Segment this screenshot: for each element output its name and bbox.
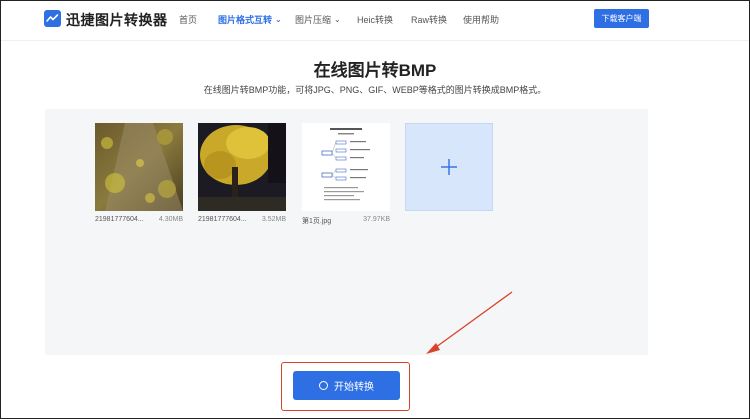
tree-photo-image: [198, 123, 286, 211]
path-photo-image: [95, 123, 183, 211]
file-size-label: 3.52MB: [261, 216, 286, 223]
file-name-label: 第1页.jpg: [302, 218, 332, 225]
file-size-label: 4.30MB: [158, 216, 183, 223]
nav-help[interactable]: 使用帮助: [463, 13, 499, 26]
download-client-button[interactable]: 下载客户端: [594, 9, 649, 28]
nav-home[interactable]: 首页: [179, 13, 197, 26]
plus-icon: [441, 159, 457, 175]
start-convert-label: 开始转换: [334, 382, 374, 393]
nav-raw[interactable]: Raw转换: [411, 13, 447, 26]
logo-icon[interactable]: [44, 10, 61, 27]
nav-help-label: 使用帮助: [463, 15, 500, 25]
logo-text[interactable]: 迅捷图片转换器: [66, 10, 168, 30]
nav-compress-label: 图片压缩: [295, 15, 332, 25]
file-size-label: 37.97KB: [363, 216, 390, 223]
file-thumbnail[interactable]: [302, 123, 390, 211]
file-name-label: 21981777604...: [95, 216, 144, 223]
file-thumbnail[interactable]: [95, 123, 183, 211]
nav-format-convert[interactable]: 图片格式互转 ⌄: [218, 13, 282, 26]
nav-raw-label: Raw转换: [411, 15, 448, 25]
nav-home-label: 首页: [179, 15, 198, 25]
file-name-label: 21981777604...: [198, 216, 247, 223]
nav-heic[interactable]: Heic转换: [357, 13, 393, 26]
page-subtitle: 在线图片转BMP功能，可将JPG、PNG、GIF、WEBP等格式的图片转换成BM…: [203, 85, 547, 95]
chevron-down-icon: ⌄: [275, 15, 282, 24]
nav-compress[interactable]: 图片压缩 ⌄: [295, 13, 341, 26]
nav-heic-label: Heic转换: [357, 15, 394, 25]
start-convert-button[interactable]: 开始转换: [293, 371, 400, 400]
chevron-down-icon: ⌄: [334, 15, 341, 24]
file-thumbnail[interactable]: [198, 123, 286, 211]
nav-format-convert-label: 图片格式互转: [218, 15, 273, 25]
loading-icon: [319, 381, 328, 390]
page-title: 在线图片转BMP: [313, 61, 437, 80]
top-header: 迅捷图片转换器 首页 图片格式互转 ⌄ 图片压缩 ⌄ Heic转换 Raw转换 使用…: [1, 1, 749, 41]
add-file-button[interactable]: [405, 123, 493, 211]
document-page-image: [302, 123, 390, 211]
